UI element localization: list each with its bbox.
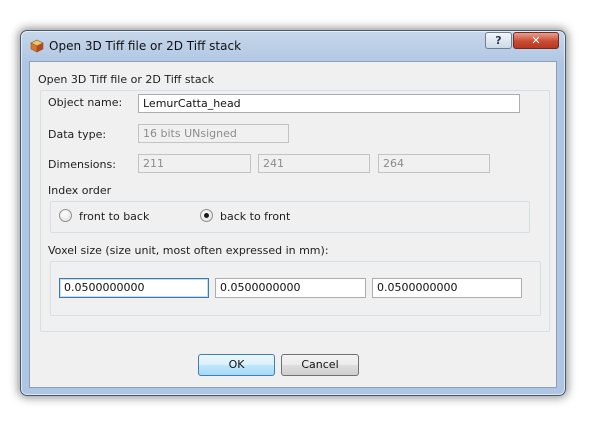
back-to-front-label[interactable]: back to front xyxy=(220,210,290,223)
dialog-client-area: Open 3D Tiff file or 2D Tiff stack Objec… xyxy=(29,61,557,388)
index-order-box: front to back back to front xyxy=(50,201,530,233)
dimension-z-field: 264 xyxy=(378,154,490,173)
radio-selected-dot xyxy=(204,213,209,218)
dimension-y-field: 241 xyxy=(258,154,370,173)
cancel-button[interactable]: Cancel xyxy=(281,354,359,376)
title-bar[interactable]: Open 3D Tiff file or 2D Tiff stack ? ✕ xyxy=(21,31,565,61)
voxel-size-x-input[interactable]: 0.0500000000 xyxy=(59,278,209,298)
front-to-back-label[interactable]: front to back xyxy=(79,210,149,223)
voxel-size-z-input[interactable]: 0.0500000000 xyxy=(372,278,522,298)
voxel-size-box: 0.0500000000 0.0500000000 0.0500000000 xyxy=(50,261,541,316)
ok-button[interactable]: OK xyxy=(198,354,275,376)
group-title: Open 3D Tiff file or 2D Tiff stack xyxy=(38,73,215,86)
app-cube-icon xyxy=(30,39,44,53)
index-order-label: Index order xyxy=(48,184,112,197)
dialog-window: Open 3D Tiff file or 2D Tiff stack ? ✕ O… xyxy=(20,30,566,396)
window-title: Open 3D Tiff file or 2D Tiff stack xyxy=(49,39,242,53)
data-type-field: 16 bits UNsigned xyxy=(138,124,289,143)
voxel-size-label: Voxel size (size unit, most often expres… xyxy=(48,244,329,257)
object-name-input[interactable]: LemurCatta_head xyxy=(138,94,520,113)
radio-front-to-back[interactable] xyxy=(59,209,72,222)
voxel-size-y-input[interactable]: 0.0500000000 xyxy=(215,278,366,298)
dimensions-label: Dimensions: xyxy=(48,158,116,171)
close-button[interactable]: ✕ xyxy=(513,32,559,49)
help-button[interactable]: ? xyxy=(485,32,512,49)
dimension-x-field: 211 xyxy=(138,154,251,173)
radio-back-to-front[interactable] xyxy=(200,209,213,222)
settings-group-box: Object name: LemurCatta_head Data type: … xyxy=(40,90,550,332)
object-name-label: Object name: xyxy=(48,96,123,109)
data-type-label: Data type: xyxy=(48,128,107,141)
